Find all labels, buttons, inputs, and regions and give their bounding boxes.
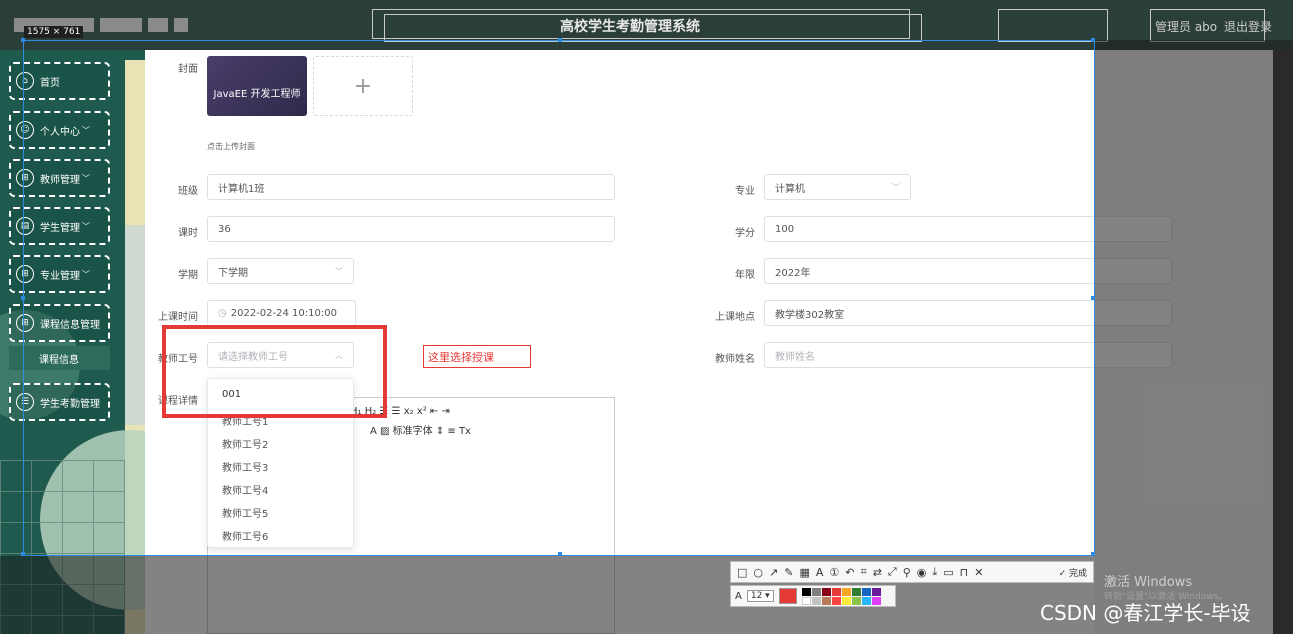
screenshot-style-bar: A 12 ▾ [730, 585, 896, 607]
sidebar-item-home[interactable]: ⌂ 首页 [9, 62, 110, 100]
sidebar-item-label: 专业管理 [40, 270, 80, 282]
plus-icon: + [353, 73, 373, 99]
time-label: 上课时间 [158, 312, 198, 323]
home-icon: ⌂ [16, 72, 34, 90]
grid-icon: ⊞ [16, 169, 34, 187]
chevron-down-icon: ﹀ [82, 269, 90, 279]
credit-label: 学分 [735, 228, 755, 239]
cover-hint: 点击上传封面 [207, 142, 255, 151]
translate-icon[interactable]: ⇄ [873, 566, 882, 579]
dropdown-option[interactable]: 教师工号5 [208, 501, 353, 524]
user-label: 管理员 abo [1155, 20, 1218, 34]
text-icon[interactable]: A [816, 566, 824, 579]
time-value: 2022-02-24 10:10:00 [230, 307, 337, 319]
hours-label: 课时 [178, 228, 198, 239]
arrow-icon[interactable]: ↗ [769, 566, 778, 579]
hours-input[interactable]: 36 [207, 216, 615, 242]
sidebar-item-label: 学生考勤管理 [40, 398, 100, 410]
user-icon: ☺ [16, 121, 34, 139]
annotation-text: 这里选择授课 [423, 345, 531, 368]
teacher-name-label: 教师姓名 [715, 354, 755, 365]
save-icon[interactable]: ▭ [943, 566, 953, 579]
record-icon[interactable]: ◉ [917, 566, 927, 579]
font-size-select[interactable]: 12 ▾ [746, 590, 774, 602]
sidebar-item-label: 课程信息管理 [40, 319, 100, 331]
logout-link[interactable]: 退出登录 [1224, 18, 1272, 35]
pin-icon[interactable]: ⚲ [903, 566, 911, 579]
term-value: 下学期 [218, 267, 248, 279]
done-button[interactable]: ✓ 完成 [1059, 566, 1087, 579]
placeholder-block [100, 18, 142, 32]
highlight-box [162, 325, 387, 418]
placeholder-block [148, 18, 168, 32]
place-label: 上课地点 [715, 312, 755, 323]
list-icon: ☰ [16, 393, 34, 411]
class-input[interactable]: 计算机1班 [207, 174, 615, 200]
clock-icon: ◷ [218, 307, 227, 319]
dropdown-option[interactable]: 教师工号6 [208, 524, 353, 547]
scroll-icon[interactable]: ⤢ [888, 565, 897, 579]
placeholder-block [174, 18, 188, 32]
cover-image[interactable]: JavaEE 开发工程师 [207, 56, 307, 116]
number-icon[interactable]: ① [829, 566, 839, 579]
sidebar-item-label: 首页 [40, 77, 60, 89]
upload-cover-button[interactable]: + [313, 56, 413, 116]
pen-icon[interactable]: ✎ [784, 566, 793, 579]
major-value: 计算机 [775, 183, 805, 195]
sidebar-subitem-course-info[interactable]: 课程信息 [9, 346, 110, 370]
mosaic-icon[interactable]: ▦ [799, 566, 809, 579]
year-label: 年限 [735, 270, 755, 281]
screenshot-toolbar: □ ○ ↗ ✎ ▦ A ① ↶ ⌗ ⇄ ⤢ ⚲ ◉ ⤓ ▭ ⊓ ✕ ✓ 完成 [730, 561, 1094, 583]
chevron-down-icon: ﹀ [82, 221, 90, 231]
class-label: 班级 [178, 186, 198, 197]
font-size-value: 12 [750, 591, 763, 601]
sidebar-decoration [125, 225, 145, 425]
grid-icon: ⊞ [16, 265, 34, 283]
chevron-down-icon: ﹀ [335, 267, 343, 276]
dropdown-option[interactable]: 教师工号3 [208, 455, 353, 478]
chevron-down-icon: ﹀ [82, 125, 90, 135]
ellipse-icon[interactable]: ○ [753, 566, 763, 579]
sidebar-item-label: 个人中心 [40, 126, 80, 138]
outline-box [998, 9, 1108, 42]
sidebar-item-attendance[interactable]: ☰ 学生考勤管理 [9, 383, 110, 421]
close-icon[interactable]: ✕ [974, 566, 983, 579]
chevron-down-icon: ﹀ [82, 173, 90, 183]
dropdown-option[interactable]: 教师工号4 [208, 478, 353, 501]
sidebar-item-label: 教师管理 [40, 174, 80, 186]
current-color-swatch[interactable] [778, 588, 797, 604]
term-label: 学期 [178, 270, 198, 281]
sidebar-item-students[interactable]: ▤ 学生管理 ﹀ [9, 207, 110, 245]
chevron-down-icon: ﹀ [892, 183, 900, 192]
clipboard-icon: ▤ [16, 217, 34, 235]
cover-label: 封面 [178, 64, 198, 75]
sidebar-item-teachers[interactable]: ⊞ 教师管理 ﹀ [9, 159, 110, 197]
bookmark-icon[interactable]: ⊓ [960, 566, 969, 579]
rectangle-icon[interactable]: □ [737, 566, 747, 579]
activation-watermark: 激活 Windows [1104, 575, 1193, 590]
major-label: 专业 [735, 186, 755, 197]
major-select[interactable]: 计算机 ﹀ [764, 174, 911, 200]
editor-toolbar-row2[interactable]: A ▨ 标准字体 ⇕ ≡ Tx [370, 422, 471, 437]
font-icon: A [735, 590, 742, 602]
sidebar-item-majors[interactable]: ⊞ 专业管理 ﹀ [9, 255, 110, 293]
term-select[interactable]: 下学期 ﹀ [207, 258, 354, 284]
dimension-tag: 1575 × 761 [24, 26, 84, 38]
sidebar-item-profile[interactable]: ☺ 个人中心 ﹀ [9, 111, 110, 149]
sidebar-item-label: 学生管理 [40, 222, 80, 234]
undo-icon[interactable]: ↶ [845, 566, 854, 579]
ocr-icon[interactable]: ⌗ [860, 565, 866, 579]
app-title: 高校学生考勤管理系统 [560, 19, 700, 35]
sidebar-item-courses[interactable]: ⊞ 课程信息管理 [9, 304, 110, 342]
time-picker[interactable]: ◷ 2022-02-24 10:10:00 [207, 300, 356, 326]
color-palette[interactable] [801, 587, 881, 605]
dropdown-option[interactable]: 教师工号2 [208, 432, 353, 455]
dim-overlay [1095, 40, 1293, 556]
grid-icon: ⊞ [16, 314, 34, 332]
download-icon[interactable]: ⤓ [932, 565, 937, 579]
csdn-watermark: CSDN @春江学长-毕设 [1040, 601, 1251, 625]
